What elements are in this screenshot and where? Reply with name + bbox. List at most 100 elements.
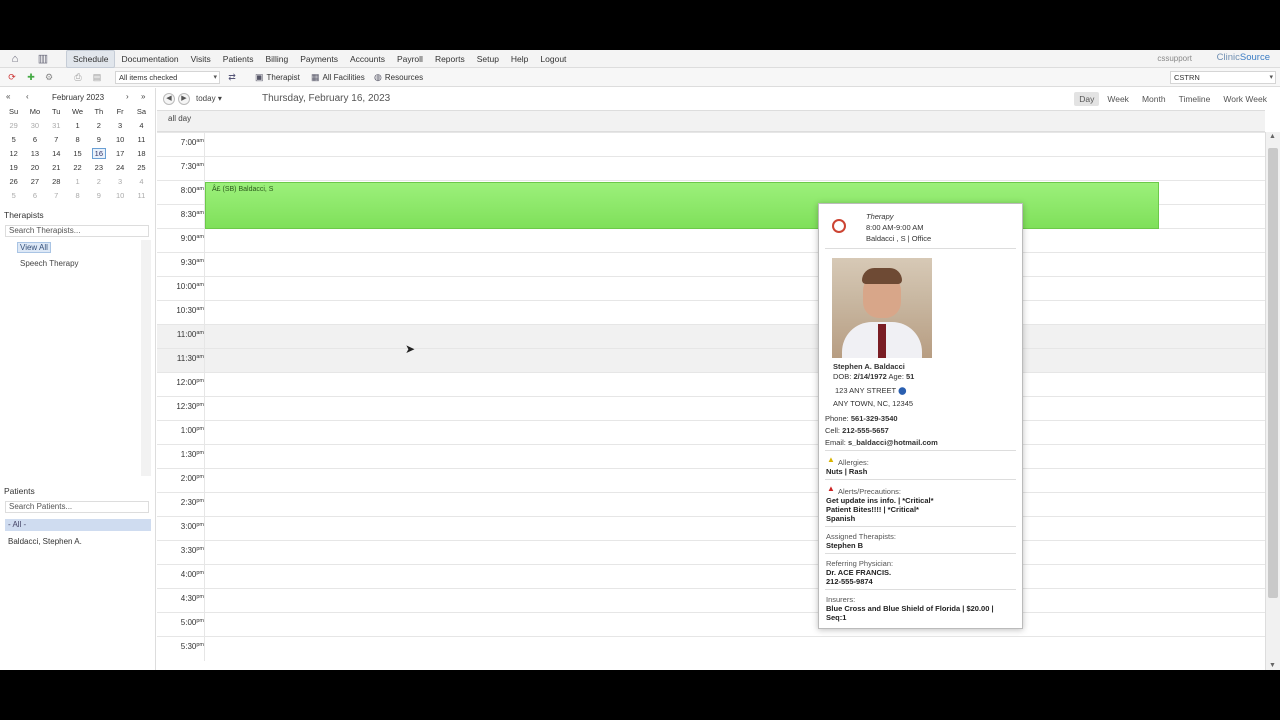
calendar-day[interactable]: 30 bbox=[24, 118, 45, 132]
filter-select[interactable]: All items checked ▾ bbox=[115, 71, 220, 84]
time-slot[interactable]: 10:00am bbox=[157, 276, 1265, 301]
nav-item-reports[interactable]: Reports bbox=[429, 51, 471, 67]
calendar-day[interactable]: 21 bbox=[46, 160, 67, 174]
prev-day-icon[interactable]: ◀ bbox=[163, 93, 175, 105]
time-slot[interactable]: 11:00am bbox=[157, 324, 1265, 349]
patient-item[interactable]: Baldacci, Stephen A. bbox=[8, 537, 82, 546]
next-year-icon[interactable]: » bbox=[141, 92, 145, 101]
calendar-day[interactable]: 19 bbox=[3, 160, 24, 174]
time-grid[interactable]: 7:00am 7:30am 8:00am 8:30am 9:00am 9:30am 10:0… bbox=[157, 132, 1265, 670]
time-slot[interactable]: 10:30am bbox=[157, 300, 1265, 325]
prev-month-icon[interactable]: ‹ bbox=[26, 92, 29, 101]
nav-item-logout[interactable]: Logout bbox=[534, 51, 572, 67]
time-slot[interactable]: 5:00pm bbox=[157, 612, 1265, 637]
calendar-day[interactable]: 2 bbox=[88, 174, 109, 188]
patient-all-item[interactable]: - All - bbox=[5, 519, 151, 531]
calendar-day[interactable]: 4 bbox=[131, 118, 152, 132]
calendar-day[interactable]: 1 bbox=[67, 118, 88, 132]
nav-item-patients[interactable]: Patients bbox=[217, 51, 260, 67]
sync-icon[interactable]: ⇄ bbox=[226, 71, 238, 83]
next-day-icon[interactable]: ▶ bbox=[178, 93, 190, 105]
nav-item-documentation[interactable]: Documentation bbox=[115, 51, 184, 67]
nav-item-help[interactable]: Help bbox=[505, 51, 534, 67]
calendar-day[interactable]: 2 bbox=[88, 118, 109, 132]
calendar-day[interactable]: 15 bbox=[67, 146, 88, 160]
view-month[interactable]: Month bbox=[1137, 92, 1171, 106]
calendar-day[interactable]: 20 bbox=[24, 160, 45, 174]
calendar-day[interactable]: 16 bbox=[88, 146, 109, 160]
calendar-day[interactable]: 8 bbox=[67, 132, 88, 146]
calendar-day[interactable]: 7 bbox=[46, 132, 67, 146]
facilities-button[interactable]: ▦ All Facilities bbox=[311, 71, 365, 84]
time-slot[interactable]: 11:30am bbox=[157, 348, 1265, 373]
calendar-day[interactable]: 13 bbox=[24, 146, 45, 160]
time-slot[interactable]: 5:30pm bbox=[157, 636, 1265, 661]
today-button[interactable]: today ▾ bbox=[196, 94, 222, 103]
time-slot[interactable]: 4:00pm bbox=[157, 564, 1265, 589]
calendar-day[interactable]: 7 bbox=[46, 188, 67, 202]
next-month-icon[interactable]: › bbox=[126, 92, 129, 101]
view-all-therapists[interactable]: View All bbox=[17, 242, 51, 253]
time-slot[interactable]: 1:30pm bbox=[157, 444, 1265, 469]
print-icon[interactable]: ⎙ bbox=[72, 71, 84, 83]
calendar-day[interactable]: 1 bbox=[67, 174, 88, 188]
calendar-day[interactable]: 14 bbox=[46, 146, 67, 160]
time-slot[interactable]: 2:30pm bbox=[157, 492, 1265, 517]
scroll-thumb[interactable] bbox=[1268, 148, 1278, 598]
calendar-day[interactable]: 11 bbox=[131, 132, 152, 146]
refresh-red-icon[interactable]: ⟳ bbox=[6, 71, 18, 83]
calendar-day[interactable]: 6 bbox=[24, 188, 45, 202]
calendar-day[interactable]: 9 bbox=[88, 188, 109, 202]
prev-year-icon[interactable]: « bbox=[6, 92, 10, 101]
nav-item-setup[interactable]: Setup bbox=[471, 51, 505, 67]
scroll-down-icon[interactable]: ▼ bbox=[1269, 662, 1276, 669]
calendar-day[interactable]: 26 bbox=[3, 174, 24, 188]
resources-button[interactable]: ◍ Resources bbox=[374, 71, 423, 84]
calendar-day[interactable]: 25 bbox=[131, 160, 152, 174]
calendar-day[interactable]: 3 bbox=[109, 174, 130, 188]
calendar-day[interactable]: 23 bbox=[88, 160, 109, 174]
calendar-day[interactable]: 24 bbox=[109, 160, 130, 174]
calendar-day[interactable]: 22 bbox=[67, 160, 88, 174]
view-timeline[interactable]: Timeline bbox=[1174, 92, 1216, 106]
chart-icon[interactable]: ▥ bbox=[35, 52, 51, 66]
view-day[interactable]: Day bbox=[1074, 92, 1100, 106]
map-pin-icon[interactable]: ⬤ bbox=[898, 386, 906, 395]
therapist-button[interactable]: ▣ Therapist bbox=[255, 71, 300, 84]
calendar-day[interactable]: 29 bbox=[3, 118, 24, 132]
scroll-up-icon[interactable]: ▲ bbox=[1269, 133, 1276, 140]
time-slot[interactable]: 7:00am bbox=[157, 132, 1265, 157]
calendar-day[interactable]: 10 bbox=[109, 132, 130, 146]
export-icon[interactable]: ▤ bbox=[91, 71, 103, 83]
time-slot[interactable]: 3:00pm bbox=[157, 516, 1265, 541]
therapist-item[interactable]: Speech Therapy bbox=[20, 259, 79, 268]
time-slot[interactable]: 2:00pm bbox=[157, 468, 1265, 493]
location-select[interactable]: CSTRN ▾ bbox=[1170, 71, 1276, 84]
settings-icon[interactable]: ⚙ bbox=[43, 71, 55, 83]
all-day-row[interactable]: all day bbox=[157, 110, 1265, 132]
view-week[interactable]: Week bbox=[1102, 92, 1134, 106]
calendar-day[interactable]: 11 bbox=[131, 188, 152, 202]
calendar-day[interactable]: 31 bbox=[46, 118, 67, 132]
calendar-day[interactable]: 6 bbox=[24, 132, 45, 146]
calendar-day[interactable]: 28 bbox=[46, 174, 67, 188]
time-slot[interactable]: 9:30am bbox=[157, 252, 1265, 277]
email-value[interactable]: s_baldacci@hotmail.com bbox=[848, 438, 938, 447]
view-work-week[interactable]: Work Week bbox=[1218, 92, 1272, 106]
nav-item-visits[interactable]: Visits bbox=[185, 51, 217, 67]
calendar-day[interactable]: 17 bbox=[109, 146, 130, 160]
calendar-day[interactable]: 27 bbox=[24, 174, 45, 188]
time-slot[interactable]: 9:00am bbox=[157, 228, 1265, 253]
calendar-day[interactable]: 10 bbox=[109, 188, 130, 202]
therapist-scrollbar[interactable] bbox=[141, 240, 151, 476]
calendar-day[interactable]: 5 bbox=[3, 188, 24, 202]
calendar-day[interactable]: 12 bbox=[3, 146, 24, 160]
calendar-day[interactable]: 8 bbox=[67, 188, 88, 202]
patient-search-input[interactable]: Search Patients... bbox=[5, 501, 149, 513]
calendar-day[interactable]: 5 bbox=[3, 132, 24, 146]
therapist-search-input[interactable]: Search Therapists... bbox=[5, 225, 149, 237]
time-slot[interactable]: 4:30pm bbox=[157, 588, 1265, 613]
nav-item-accounts[interactable]: Accounts bbox=[344, 51, 391, 67]
time-slot[interactable]: 12:30pm bbox=[157, 396, 1265, 421]
calendar-day[interactable]: 9 bbox=[88, 132, 109, 146]
